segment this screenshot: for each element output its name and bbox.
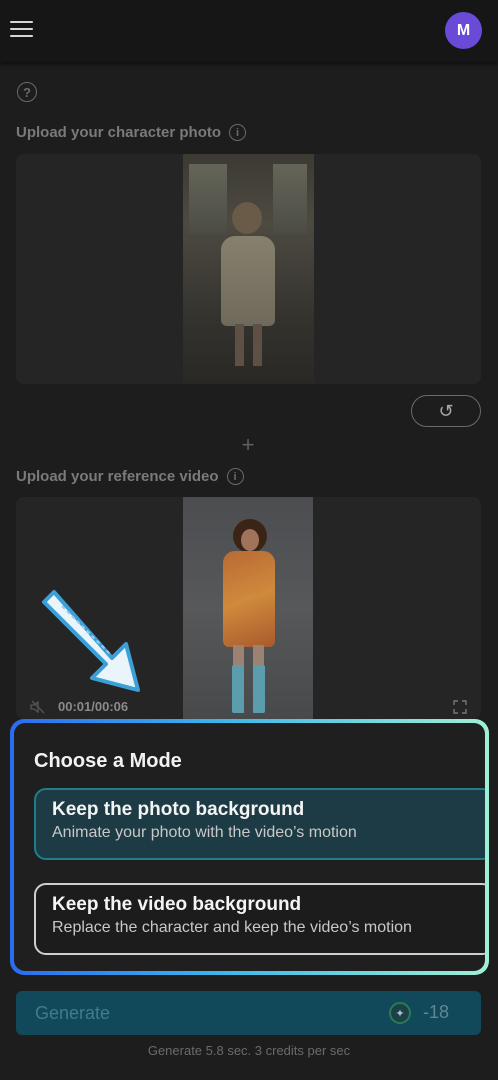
window-light xyxy=(273,164,307,234)
fullscreen-icon-svg xyxy=(453,700,467,714)
credit-shield-icon: ✦ xyxy=(389,1002,411,1024)
mode-option-title: Keep the video background xyxy=(52,894,302,915)
child-leg xyxy=(253,324,262,366)
character-photo-label: Upload your character photo i xyxy=(16,124,247,141)
mode-option-keep-video-background[interactable]: Keep the video background Replace the ch… xyxy=(34,883,485,955)
info-icon[interactable]: i xyxy=(229,124,247,141)
generate-button-label: Generate xyxy=(35,1002,111,1023)
avatar[interactable]: M xyxy=(445,12,482,49)
credit-count: -18 xyxy=(423,1002,450,1022)
info-icon[interactable]: i xyxy=(226,468,244,485)
reference-video-preview xyxy=(183,497,313,719)
top-bar: M xyxy=(0,0,498,62)
dancer-boot xyxy=(232,665,244,713)
mode-option-description: Replace the character and keep the video… xyxy=(52,919,412,936)
reference-video-label-text: Upload your reference video xyxy=(16,468,219,485)
mode-option-description: Animate your photo with the video’s moti… xyxy=(52,824,357,841)
muted-speaker-icon[interactable] xyxy=(30,700,46,714)
hamburger-menu-icon[interactable] xyxy=(10,21,33,39)
child-head xyxy=(232,202,262,234)
child-body xyxy=(221,236,275,326)
character-photo-label-text: Upload your character photo xyxy=(16,124,222,141)
dancer-dress xyxy=(223,551,275,647)
dancer-boot xyxy=(253,665,265,713)
window-light xyxy=(189,164,227,234)
mode-panel-body: Choose a Mode Keep the photo background … xyxy=(14,723,485,971)
reference-video-label: Upload your reference video i xyxy=(16,468,244,485)
reset-photo-button[interactable]: ↺ xyxy=(411,395,481,427)
child-leg xyxy=(235,324,244,366)
generate-button[interactable]: Generate xyxy=(16,991,481,1035)
mode-option-title: Keep the photo background xyxy=(52,799,305,820)
annotation-arrow-icon xyxy=(42,590,140,692)
mode-option-keep-photo-background[interactable]: Keep the photo background Animate your p… xyxy=(34,788,485,860)
plus-icon: + xyxy=(241,432,255,457)
video-timecode: 00:01/00:06 xyxy=(58,699,129,714)
mode-panel: Choose a Mode Keep the photo background … xyxy=(10,719,489,975)
dancer-face xyxy=(241,529,259,551)
fullscreen-icon[interactable] xyxy=(453,700,467,714)
generation-cost-note: Generate 5.8 sec. 3 credits per sec xyxy=(147,1043,351,1058)
character-photo-preview xyxy=(183,154,314,384)
muted-speaker-icon-svg xyxy=(30,700,45,714)
help-icon[interactable]: ? xyxy=(17,82,37,102)
character-photo-upload[interactable] xyxy=(16,154,481,384)
mode-panel-title: Choose a Mode xyxy=(34,750,182,772)
